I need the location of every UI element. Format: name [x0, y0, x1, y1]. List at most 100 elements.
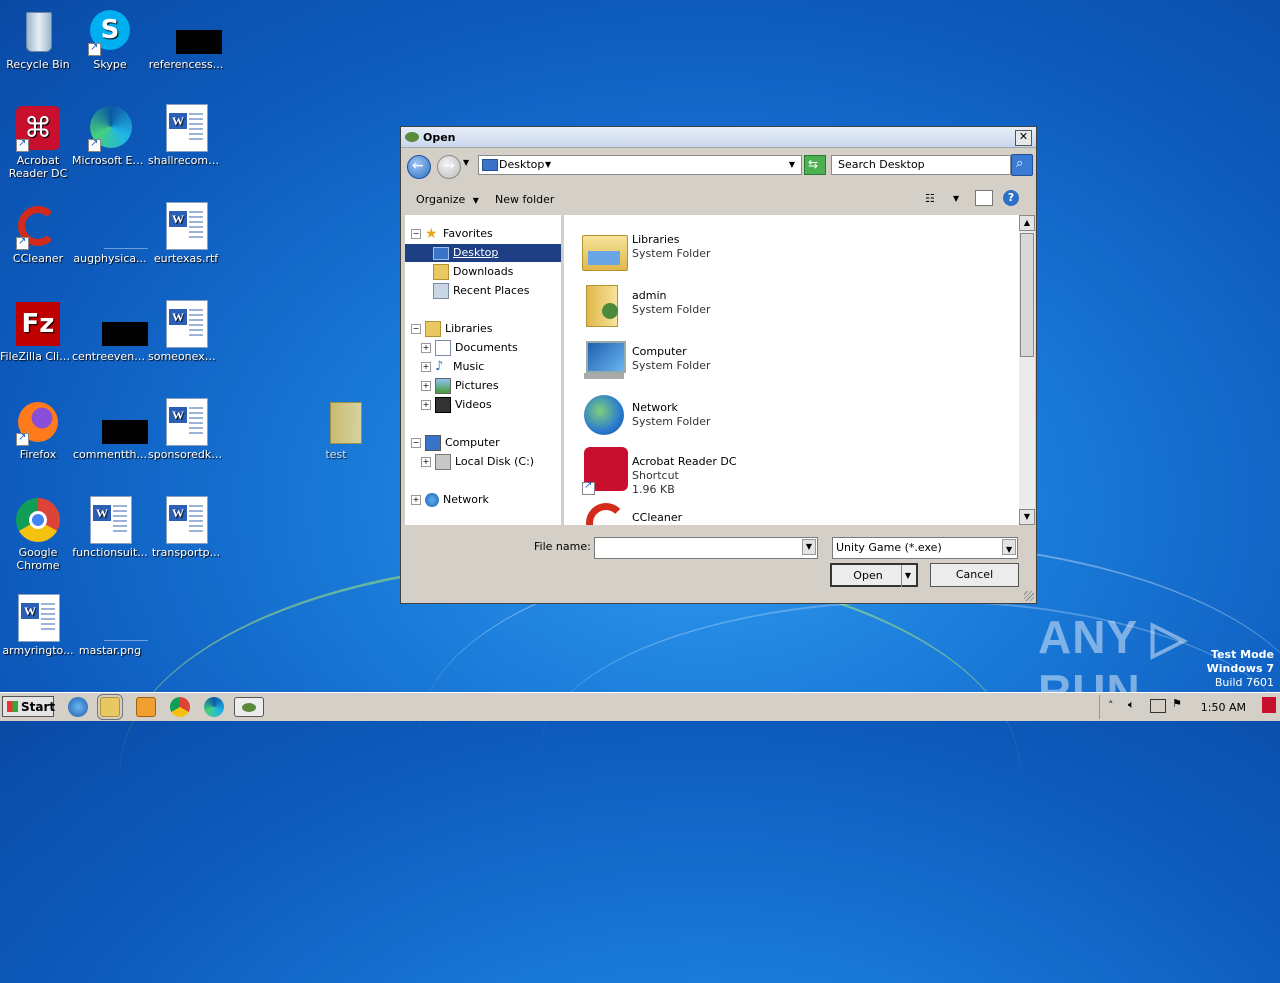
scroll-down-button[interactable]: ▼	[1019, 509, 1035, 525]
desktop-icon-chrome[interactable]: Google Chrome	[0, 496, 76, 572]
search-placeholder: Search Desktop	[838, 158, 925, 171]
nav-downloads[interactable]: Downloads	[433, 263, 513, 281]
word-document-icon: W	[86, 496, 134, 544]
recycle-bin-icon	[14, 8, 62, 56]
nav-network[interactable]: + Network	[411, 491, 489, 509]
recent-pages-chevron-icon[interactable]: ▼	[463, 158, 469, 167]
expand-icon[interactable]: +	[421, 400, 431, 410]
preview-pane-icon[interactable]	[975, 190, 993, 206]
desktop-icon-sponsoredk[interactable]: W sponsoredk.rtf	[148, 398, 224, 461]
desktop-icon-shallrecomm[interactable]: W shallrecomm...	[148, 104, 224, 167]
dialog-title: Open	[423, 130, 456, 144]
explorer-icon[interactable]	[97, 694, 123, 720]
desktop-icon-commentth[interactable]: commentth...	[72, 398, 148, 461]
new-folder-button[interactable]: New folder	[495, 193, 554, 206]
search-button[interactable]: ⌕	[1011, 154, 1033, 176]
system-tray: ˄ 🔈︎ ⚑ 1:50 AM	[1099, 695, 1280, 719]
start-button[interactable]: Start	[2, 696, 55, 717]
view-options-icon[interactable]: ☷	[925, 192, 935, 205]
show-hidden-icons-icon[interactable]: ˄	[1108, 699, 1114, 712]
scroll-up-button[interactable]: ▲	[1019, 215, 1035, 231]
nav-music[interactable]: + ♪ Music	[421, 358, 484, 376]
desktop-icon-functionsuit[interactable]: W functionsuit...	[72, 496, 148, 559]
nav-computer[interactable]: − Computer	[411, 434, 500, 452]
edge-icon[interactable]	[204, 697, 224, 717]
resize-grip[interactable]	[1024, 591, 1034, 601]
search-input[interactable]: Search Desktop	[831, 155, 1011, 175]
breadcrumb-chevron-icon[interactable]: ▼	[545, 160, 551, 169]
word-document-icon: W	[14, 594, 62, 642]
shortcut-arrow-icon	[582, 480, 595, 495]
back-button[interactable]: ←	[407, 155, 431, 179]
expand-icon[interactable]: +	[421, 362, 431, 372]
active-app-taskbar-button[interactable]	[234, 697, 264, 717]
search-icon: ⌕	[1016, 156, 1024, 171]
word-document-icon: W	[162, 496, 210, 544]
file-type-dropdown-button[interactable]: ▼	[1002, 539, 1016, 555]
expand-icon[interactable]: +	[421, 343, 431, 353]
refresh-button[interactable]: ⇆	[804, 155, 826, 175]
chrome-icon[interactable]	[170, 697, 190, 717]
computer-icon	[425, 435, 441, 451]
show-desktop-button[interactable]	[1262, 697, 1276, 713]
desktop-icon-augphysica[interactable]: augphysica...	[72, 202, 148, 265]
network-tray-icon[interactable]	[1150, 699, 1166, 713]
organize-button[interactable]: Organize ▼	[416, 193, 479, 206]
firefox-icon	[14, 398, 62, 446]
desktop-icon-transportp[interactable]: W transportp...	[148, 496, 224, 559]
desktop-icon	[433, 246, 449, 260]
collapse-icon[interactable]: −	[411, 324, 421, 334]
desktop-icon-ccleaner[interactable]: CCleaner	[0, 202, 76, 265]
dialog-titlebar[interactable]: Open ✕	[401, 127, 1036, 148]
expand-icon[interactable]: +	[411, 495, 421, 505]
libraries-icon	[425, 321, 441, 337]
media-player-icon[interactable]	[136, 697, 156, 717]
desktop-icon-filezilla[interactable]: Fz FileZilla Client	[0, 300, 76, 363]
nav-local-disk[interactable]: + Local Disk (C:)	[421, 453, 534, 471]
redacted-thumbnail	[102, 420, 148, 444]
desktop-icon-centreevent[interactable]: centreevent...	[72, 300, 148, 363]
desktop-icon-edge[interactable]: Microsoft Edge	[72, 104, 148, 167]
view-options-chevron-icon[interactable]: ▼	[953, 194, 959, 203]
nav-desktop[interactable]: Desktop	[405, 244, 561, 262]
desktop-icon-armyringto[interactable]: W armyringto...	[0, 594, 76, 657]
help-icon[interactable]: ?	[1003, 190, 1019, 206]
file-name-input[interactable]: ▼	[594, 537, 818, 559]
nav-documents[interactable]: + Documents	[421, 339, 518, 357]
open-button[interactable]: Open ▼	[830, 563, 918, 587]
address-dropdown-icon[interactable]: ▼	[789, 160, 795, 169]
forward-button[interactable]: →	[437, 155, 461, 179]
nav-recent-places[interactable]: Recent Places	[433, 282, 530, 300]
nav-pictures[interactable]: + Pictures	[421, 377, 499, 395]
open-split-chevron-icon[interactable]: ▼	[901, 565, 914, 587]
desktop-icon-eurtexas[interactable]: W eurtexas.rtf	[148, 202, 224, 265]
file-name-dropdown-button[interactable]: ▼	[802, 539, 816, 555]
desktop-icon-acrobat[interactable]: ⌘ Acrobat Reader DC	[0, 104, 76, 180]
desktop-icon-mastar[interactable]: mastar.png	[72, 594, 148, 657]
expand-icon[interactable]: +	[421, 381, 431, 391]
internet-explorer-icon[interactable]	[68, 697, 88, 717]
downloads-folder-icon	[433, 264, 449, 280]
action-center-flag-icon[interactable]: ⚑	[1172, 697, 1182, 710]
collapse-icon[interactable]: −	[411, 438, 421, 448]
desktop-icon-someonexml[interactable]: W someonexml...	[148, 300, 224, 363]
desktop-icon-referencess[interactable]: referencess...	[148, 8, 224, 71]
nav-libraries[interactable]: − Libraries	[411, 320, 493, 338]
desktop-icon-skype[interactable]: S Skype	[72, 8, 148, 71]
nav-videos[interactable]: + Videos	[421, 396, 492, 414]
scroll-thumb[interactable]	[1020, 233, 1034, 357]
vertical-scrollbar[interactable]: ▲ ▼	[1019, 215, 1035, 525]
clock[interactable]: 1:50 AM	[1201, 701, 1246, 714]
volume-icon[interactable]: 🔈︎	[1128, 698, 1135, 712]
nav-favorites[interactable]: − ★ Favorites	[411, 225, 493, 243]
cancel-button[interactable]: Cancel	[930, 563, 1019, 587]
expand-icon[interactable]: +	[421, 457, 431, 467]
videos-icon	[435, 397, 451, 413]
close-button[interactable]: ✕	[1015, 130, 1032, 146]
desktop-icon-firefox[interactable]: Firefox	[0, 398, 76, 461]
collapse-icon[interactable]: −	[411, 229, 421, 239]
address-bar[interactable]: Desktop ▼ ▼	[478, 155, 802, 175]
file-type-select[interactable]: Unity Game (*.exe) ▼	[832, 537, 1018, 559]
desktop-icon-test-folder[interactable]: test	[298, 398, 374, 461]
desktop-icon-recycle-bin[interactable]: Recycle Bin	[0, 8, 76, 71]
